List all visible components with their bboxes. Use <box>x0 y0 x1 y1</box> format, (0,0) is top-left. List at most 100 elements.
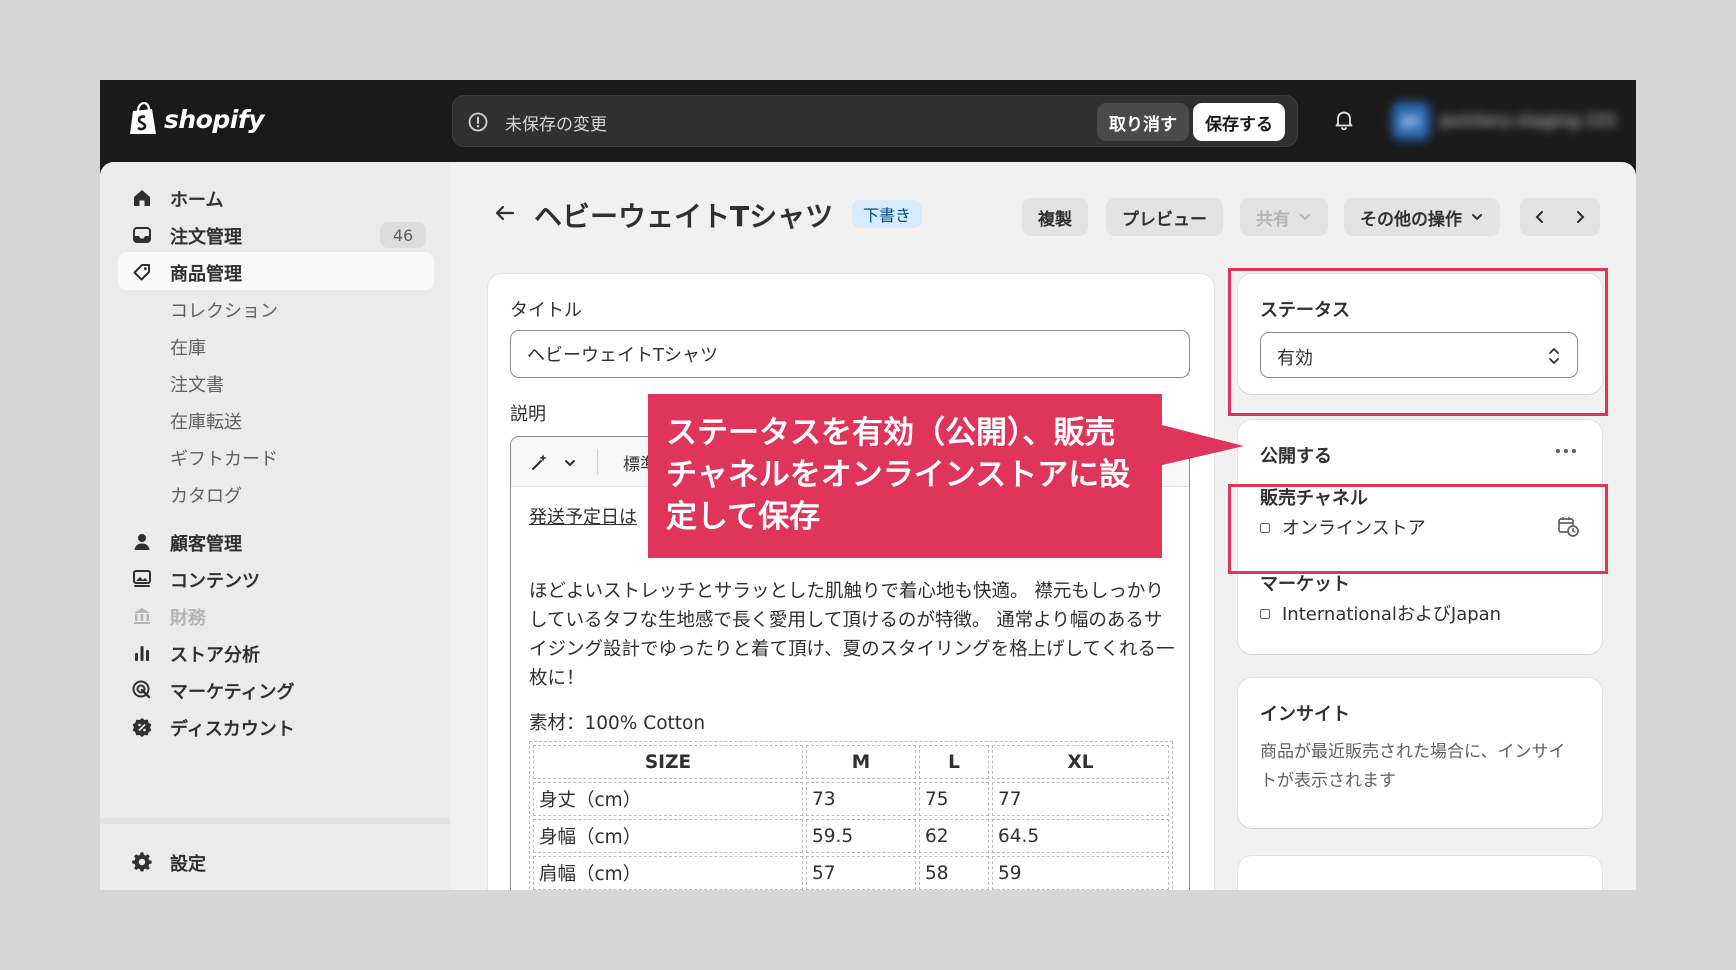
share-label: 共有 <box>1256 209 1290 230</box>
table-header: L <box>919 745 989 779</box>
sidebar-item-content[interactable]: コンテンツ <box>118 559 434 597</box>
chevron-down-icon <box>1472 214 1482 221</box>
bank-icon <box>134 608 150 624</box>
sidebar-item-label: ストア分析 <box>170 645 260 666</box>
description-label: 説明 <box>510 404 546 425</box>
previous-product-button[interactable] <box>1520 198 1560 236</box>
page-title: ヘビーウェイトTシャツ <box>534 200 834 233</box>
sidebar-item-home[interactable]: ホーム <box>118 178 434 216</box>
sidebar-item-customers[interactable]: 顧客管理 <box>118 522 434 560</box>
sidebar-item-label: カタログ <box>170 486 242 507</box>
image-content-icon <box>133 570 151 587</box>
sidebar-item-label: ホーム <box>170 190 224 211</box>
home-icon <box>134 190 150 206</box>
next-card <box>1238 856 1602 890</box>
magic-sparkle-icon[interactable] <box>529 451 551 473</box>
sidebar-item-label: 注文管理 <box>170 227 242 248</box>
target-icon <box>132 680 151 699</box>
sidebar-item-purchase-orders[interactable]: 注文書 <box>118 363 434 401</box>
duplicate-button[interactable]: 複製 <box>1022 198 1088 236</box>
sidebar-item-discounts[interactable]: ディスカウント <box>118 707 434 745</box>
table-row: 身幅（cm） 59.5 62 64.5 <box>533 819 1169 853</box>
bar-chart-icon <box>135 646 149 661</box>
sidebar-item-label: 顧客管理 <box>170 534 242 555</box>
unsaved-message: 未保存の変更 <box>505 115 607 135</box>
insights-text: 商品が最近販売された場合に、インサイトが表示されます <box>1260 742 1566 791</box>
store-name: pointery-staging-101 <box>1440 111 1619 131</box>
more-horizontal-icon[interactable] <box>1554 446 1578 456</box>
table-header: M <box>806 745 916 779</box>
table-cell: 身幅（cm） <box>533 819 803 853</box>
inbox-icon <box>133 227 151 243</box>
sidebar-item-products[interactable]: 商品管理 <box>118 252 434 290</box>
sidebar-item-label: 在庫 <box>170 338 206 359</box>
sidebar-item-label: 商品管理 <box>170 264 242 285</box>
sidebar-item-label: コンテンツ <box>170 571 260 592</box>
sidebar-item-catalogs[interactable]: カタログ <box>118 474 434 512</box>
top-bar: shopify 未保存の変更 取り消す 保存する ps pointery-sta… <box>100 80 1636 162</box>
sidebar-item-gift-cards[interactable]: ギフトカード <box>118 437 434 475</box>
table-cell: 身丈（cm） <box>533 782 803 816</box>
sidebar-item-label: マーケティング <box>170 682 295 703</box>
chevron-down-icon <box>1300 214 1310 221</box>
material-text: 素材：100% Cotton <box>529 713 706 734</box>
sidebar-item-finance: 財務 <box>118 596 434 634</box>
table-row: 身丈（cm） 73 75 77 <box>533 782 1169 816</box>
title-label: タイトル <box>510 300 582 321</box>
sidebar-item-analytics[interactable]: ストア分析 <box>118 633 434 671</box>
unsaved-changes-bar: 未保存の変更 取り消す 保存する <box>452 95 1298 147</box>
sidebar-item-label: ディスカウント <box>170 719 295 740</box>
sidebar-item-marketing[interactable]: マーケティング <box>118 670 434 708</box>
size-table: SIZE M L XL 身丈（cm） 73 75 77 身幅（cm） 59.5 … <box>529 741 1173 890</box>
table-cell: 59.5 <box>806 819 916 853</box>
sidebar-item-label: 注文書 <box>170 375 224 396</box>
table-cell: 64.5 <box>992 819 1169 853</box>
store-avatar: ps <box>1392 102 1430 140</box>
table-header: SIZE <box>533 745 803 779</box>
table-row: 肩幅（cm） 57 58 59 <box>533 856 1169 890</box>
instruction-callout: ステータスを有効（公開）、販売チャネルをオンラインストアに設定して保存 <box>648 394 1244 558</box>
product-pager <box>1520 198 1600 236</box>
discount-icon <box>132 718 152 737</box>
insights-card: インサイト 商品が最近販売された場合に、インサイトが表示されます <box>1238 678 1602 828</box>
sidebar-item-orders[interactable]: 注文管理 46 <box>118 215 434 253</box>
table-cell: 59 <box>992 856 1169 890</box>
shopify-logo[interactable]: shopify <box>128 102 265 136</box>
sidebar-item-label: 在庫転送 <box>170 412 242 433</box>
alert-circle-icon <box>468 112 488 132</box>
back-arrow-icon[interactable] <box>492 200 518 226</box>
shipping-note: 発送予定日は <box>529 507 637 528</box>
discard-button[interactable]: 取り消す <box>1097 103 1189 141</box>
table-cell: 77 <box>992 782 1169 816</box>
sidebar-divider <box>100 818 450 824</box>
orders-count-badge: 46 <box>380 222 426 248</box>
table-cell: 75 <box>919 782 989 816</box>
sidebar-item-inventory[interactable]: 在庫 <box>118 326 434 364</box>
table-cell: 57 <box>806 856 916 890</box>
bell-icon[interactable] <box>1332 108 1356 132</box>
save-button[interactable]: 保存する <box>1193 103 1285 141</box>
table-cell: 73 <box>806 782 916 816</box>
more-actions-label: その他の操作 <box>1360 209 1462 230</box>
sidebar-item-transfers[interactable]: 在庫転送 <box>118 400 434 438</box>
callout-text: ステータスを有効（公開）、販売チャネルをオンラインストアに設定して保存 <box>666 415 1131 535</box>
market-international-japan[interactable]: InternationalおよびJapan <box>1282 600 1501 626</box>
chevron-down-icon[interactable] <box>563 456 577 470</box>
store-switcher[interactable]: ps pointery-staging-101 <box>1392 102 1618 140</box>
preview-button[interactable]: プレビュー <box>1106 198 1223 236</box>
share-button: 共有 <box>1240 198 1328 236</box>
publishing-title: 公開する <box>1260 446 1332 467</box>
description-text: ほどよいストレッチとサラッとした肌触りで着心地も快適。 襟元もしっかりしているタ… <box>529 581 1175 689</box>
sales-channel-highlight-box <box>1228 484 1608 574</box>
sidebar-item-settings[interactable]: 設定 <box>118 842 434 880</box>
gear-icon <box>132 852 152 872</box>
chevron-right-icon <box>1577 211 1585 223</box>
shopify-bag-icon <box>130 102 156 134</box>
more-actions-button[interactable]: その他の操作 <box>1344 198 1500 236</box>
product-details-card: タイトル 説明 標準 発送予定日は ほどよいストレッチとサラッとした肌触りで着心… <box>488 274 1214 890</box>
title-input[interactable] <box>510 330 1190 378</box>
next-product-button[interactable] <box>1560 198 1600 236</box>
logo-text: shopify <box>164 104 265 134</box>
sidebar-item-collections[interactable]: コレクション <box>118 289 434 327</box>
toolbar-divider <box>597 449 598 475</box>
